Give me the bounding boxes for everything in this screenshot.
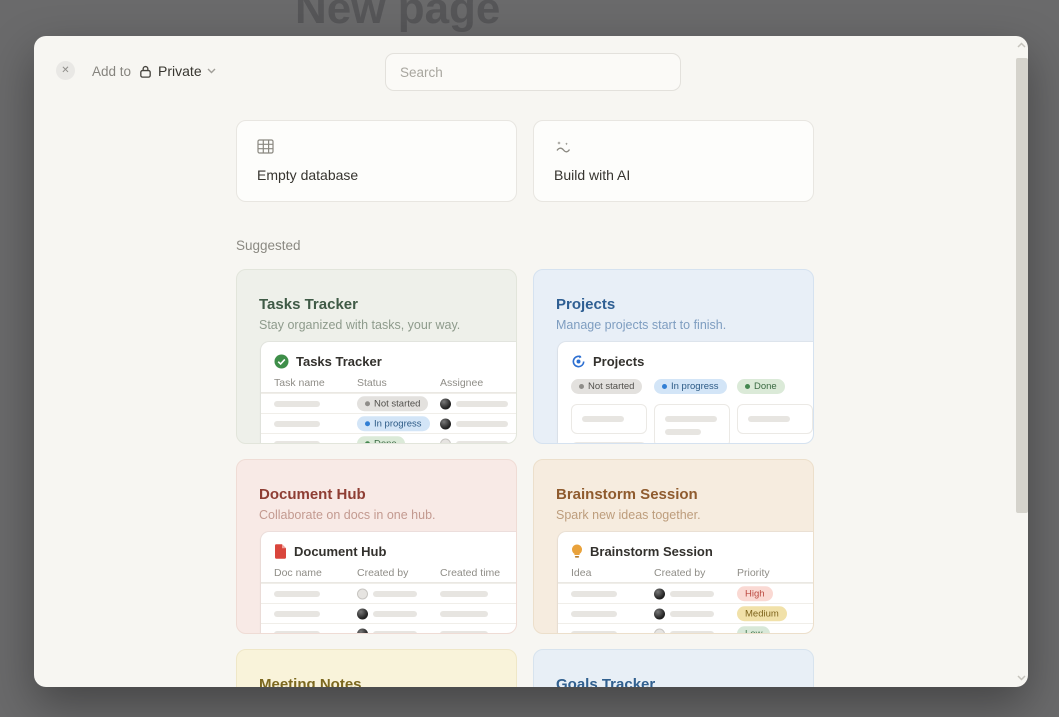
template-preview: Document Hub Doc name Created by Created… <box>261 532 516 633</box>
template-title: Projects <box>556 296 615 313</box>
avatar <box>357 588 368 599</box>
template-title: Goals Tracker <box>556 676 655 687</box>
preview-row <box>261 623 516 634</box>
template-title: Document Hub <box>259 486 366 503</box>
avatar <box>440 418 451 429</box>
template-preview: Tasks Tracker Task name Status Assignee … <box>261 342 516 443</box>
location-dropdown[interactable]: Private <box>138 63 216 79</box>
empty-database-button[interactable]: Empty database <box>236 120 517 202</box>
template-title: Tasks Tracker <box>259 296 358 313</box>
avatar <box>357 608 368 619</box>
new-page-template-modal: ✕ Add to Private <box>34 36 1028 687</box>
board-card <box>654 404 730 444</box>
board-card <box>571 404 647 434</box>
preview-title: Document Hub <box>294 544 386 559</box>
search-input[interactable] <box>385 53 681 91</box>
preview-row <box>261 603 516 623</box>
lightbulb-icon <box>571 544 583 559</box>
status-pill-in-progress: In progress <box>357 416 430 432</box>
add-to-bar: Add to Private <box>92 61 216 81</box>
suggested-heading: Suggested <box>236 238 816 253</box>
priority-pill-medium: Medium <box>737 606 787 622</box>
avatar <box>440 398 451 409</box>
scrollbar-up-icon[interactable] <box>1017 42 1026 48</box>
preview-row: Medium <box>558 603 813 623</box>
preview-row: In progress <box>261 413 516 433</box>
avatar <box>357 628 368 634</box>
template-preview: Brainstorm Session Idea Created by Prior… <box>558 532 813 633</box>
preview-title: Brainstorm Session <box>590 544 713 559</box>
preview-row <box>261 583 516 603</box>
quick-action-label: Empty database <box>257 167 358 183</box>
modal-content: Empty database Build with AI Suggested T… <box>236 120 816 687</box>
preview-column-headers: Task name Status Assignee <box>261 377 516 393</box>
status-pill-done: Done <box>357 436 405 444</box>
board-column-done: Done <box>737 376 813 434</box>
board-column-not-started: Not started <box>571 376 647 444</box>
template-title: Meeting Notes <box>259 676 362 687</box>
template-preview: Projects Not started In progress <box>558 342 813 443</box>
preview-row: Not started <box>261 393 516 413</box>
template-grid: Tasks Tracker Stay organized with tasks,… <box>236 269 816 687</box>
avatar <box>440 438 451 444</box>
template-card-document-hub[interactable]: Document Hub Collaborate on docs in one … <box>236 459 517 634</box>
chevron-down-icon <box>207 68 216 74</box>
board-card <box>737 404 813 434</box>
quick-action-label: Build with AI <box>554 167 630 183</box>
template-card-goals-tracker[interactable]: Goals Tracker <box>533 649 814 687</box>
circular-arrow-icon <box>571 354 586 369</box>
scrollbar-thumb[interactable] <box>1016 58 1028 513</box>
template-title: Brainstorm Session <box>556 486 698 503</box>
status-pill-in-progress: In progress <box>654 379 727 395</box>
document-icon <box>274 544 287 559</box>
close-icon: ✕ <box>61 65 69 76</box>
add-to-label: Add to <box>92 64 131 79</box>
preview-title: Tasks Tracker <box>296 354 382 369</box>
status-pill-done: Done <box>737 379 785 395</box>
preview-row: Low <box>558 623 813 634</box>
avatar <box>654 588 665 599</box>
close-button[interactable]: ✕ <box>56 61 75 80</box>
template-description: Manage projects start to finish. <box>556 318 726 332</box>
preview-title: Projects <box>593 354 644 369</box>
template-description: Spark new ideas together. <box>556 508 701 522</box>
preview-column-headers: Idea Created by Priority <box>558 567 813 583</box>
table-icon <box>257 139 496 157</box>
template-description: Stay organized with tasks, your way. <box>259 318 460 332</box>
quick-actions-row: Empty database Build with AI <box>236 120 816 202</box>
check-circle-icon <box>274 354 289 369</box>
ai-sparkle-icon <box>554 139 793 157</box>
avatar <box>654 628 665 634</box>
template-description: Collaborate on docs in one hub. <box>259 508 436 522</box>
status-pill-not-started: Not started <box>571 379 642 395</box>
scrollbar-down-icon[interactable] <box>1017 675 1026 681</box>
page-title: New page <box>295 0 500 34</box>
board-card <box>571 442 647 444</box>
location-label: Private <box>158 63 202 79</box>
avatar <box>654 608 665 619</box>
template-card-tasks-tracker[interactable]: Tasks Tracker Stay organized with tasks,… <box>236 269 517 444</box>
preview-row: High <box>558 583 813 603</box>
priority-pill-high: High <box>737 586 773 602</box>
template-card-meeting-notes[interactable]: Meeting Notes <box>236 649 517 687</box>
build-with-ai-button[interactable]: Build with AI <box>533 120 814 202</box>
preview-row: Done <box>261 433 516 444</box>
priority-pill-low: Low <box>737 626 770 634</box>
preview-column-headers: Doc name Created by Created time <box>261 567 516 583</box>
template-card-projects[interactable]: Projects Manage projects start to finish… <box>533 269 814 444</box>
lock-icon <box>138 64 153 79</box>
template-card-brainstorm-session[interactable]: Brainstorm Session Spark new ideas toget… <box>533 459 814 634</box>
status-pill-not-started: Not started <box>357 396 428 412</box>
board-column-in-progress: In progress <box>654 376 730 444</box>
